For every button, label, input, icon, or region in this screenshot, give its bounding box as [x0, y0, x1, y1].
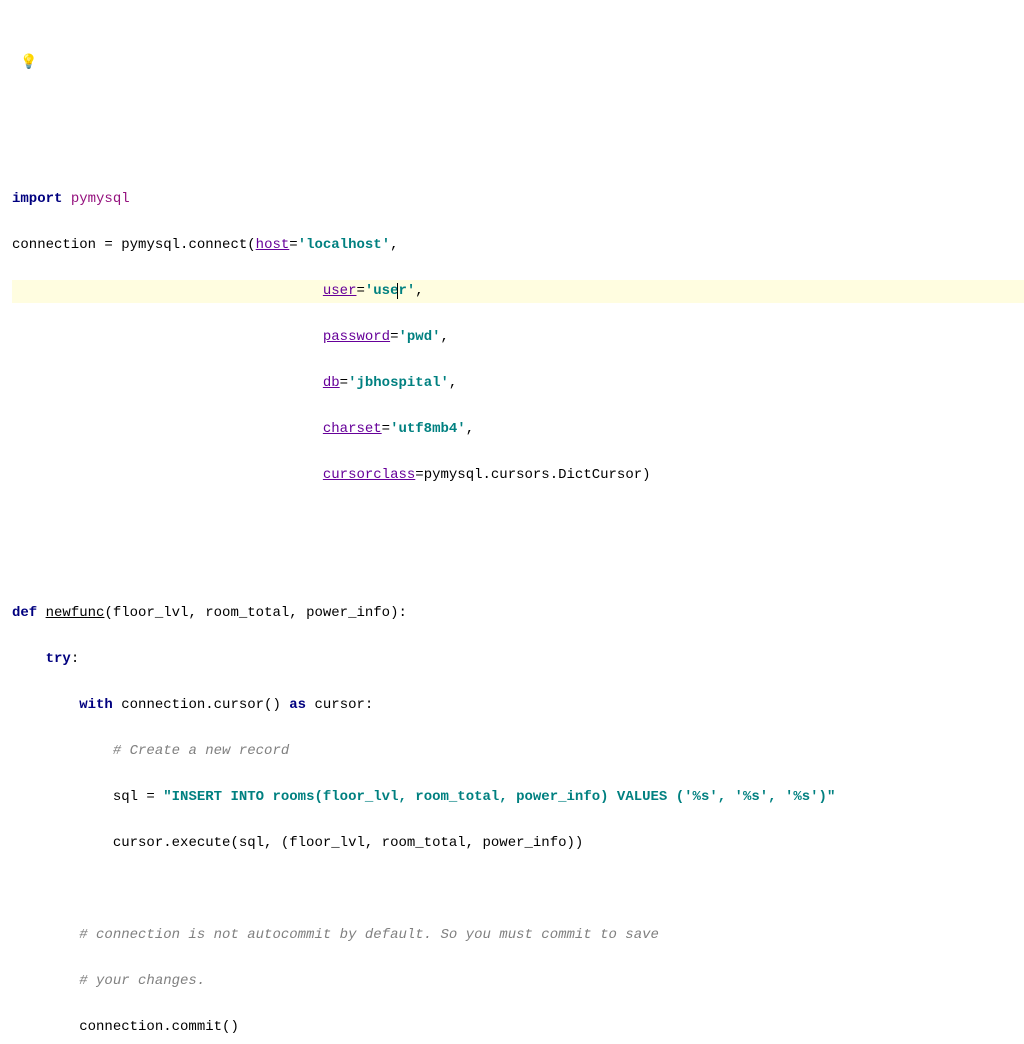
expression: connection.cursor() [121, 697, 289, 713]
statement: cursor.execute(sql, (floor_lvl, room_tot… [113, 835, 583, 851]
code-line[interactable]: connection = pymysql.connect(host='local… [12, 234, 1024, 257]
colon: : [71, 651, 79, 667]
code-line[interactable]: # your changes. [12, 970, 1024, 993]
signature: (floor_lvl, room_total, power_info): [104, 605, 406, 621]
string-literal: "INSERT INTO rooms(floor_lvl, room_total… [163, 789, 835, 805]
string-literal: 'pwd' [398, 329, 440, 345]
indent [12, 743, 113, 759]
indent [12, 421, 323, 437]
comma: , [415, 283, 423, 299]
comment: # your changes. [79, 973, 205, 989]
blank [12, 881, 20, 897]
comma: , [449, 375, 457, 391]
indent [12, 283, 323, 299]
code-line-highlighted[interactable]: user='user', [12, 280, 1024, 303]
indent [12, 973, 79, 989]
code-line[interactable]: cursor.execute(sql, (floor_lvl, room_tot… [12, 832, 1024, 855]
comma: , [390, 237, 398, 253]
code-line[interactable]: # connection is not autocommit by defaul… [12, 924, 1024, 947]
kwarg-user: user [323, 283, 357, 299]
indent [12, 835, 113, 851]
keyword-try: try [46, 651, 71, 667]
indent [12, 1019, 79, 1035]
comment: # Create a new record [113, 743, 289, 759]
kwarg-cursorclass: cursorclass [323, 467, 415, 483]
keyword-import: import [12, 191, 62, 207]
kwarg-charset: charset [323, 421, 382, 437]
code-line[interactable]: db='jbhospital', [12, 372, 1024, 395]
code-line[interactable]: connection.commit() [12, 1016, 1024, 1039]
code-line[interactable]: try: [12, 648, 1024, 671]
operator: = [340, 375, 348, 391]
operator: = [415, 467, 423, 483]
identifier: cursor: [314, 697, 373, 713]
gutter [0, 0, 6, 1044]
indent [12, 789, 113, 805]
blank [12, 513, 20, 529]
value: pymysql.cursors.DictCursor) [424, 467, 651, 483]
code-line[interactable]: def newfunc(floor_lvl, room_total, power… [12, 602, 1024, 625]
code-line[interactable]: cursorclass=pymysql.cursors.DictCursor) [12, 464, 1024, 487]
keyword-def: def [12, 605, 37, 621]
blank [12, 559, 20, 575]
operator: = [289, 237, 297, 253]
comma: , [466, 421, 474, 437]
module-name: pymysql [71, 191, 130, 207]
comment: # connection is not autocommit by defaul… [79, 927, 659, 943]
function-name: newfunc [46, 605, 105, 621]
string-literal: 'localhost' [298, 237, 390, 253]
lightbulb-icon[interactable]: 💡 [20, 52, 37, 75]
string-literal: 'utf8mb4' [390, 421, 466, 437]
kwarg-password: password [323, 329, 390, 345]
kwarg-db: db [323, 375, 340, 391]
indent [12, 375, 323, 391]
indent [12, 651, 46, 667]
code-line[interactable]: # Create a new record [12, 740, 1024, 763]
kwarg-host: host [256, 237, 290, 253]
space [37, 605, 45, 621]
code-line-blank[interactable] [12, 556, 1024, 579]
space [113, 697, 121, 713]
statement: connection.commit() [79, 1019, 239, 1035]
call-open: .connect( [180, 237, 256, 253]
code-line-blank[interactable] [12, 878, 1024, 901]
keyword-as: as [289, 697, 306, 713]
identifier: connection [12, 237, 96, 253]
space [306, 697, 314, 713]
string-literal: 'use [365, 283, 399, 299]
code-line[interactable]: sql = "INSERT INTO rooms(floor_lvl, room… [12, 786, 1024, 809]
indent [12, 927, 79, 943]
string-literal: r' [398, 283, 415, 299]
operator: = [356, 283, 364, 299]
assignment: sql = [113, 789, 163, 805]
comma: , [441, 329, 449, 345]
code-line[interactable]: import pymysql [12, 188, 1024, 211]
indent [12, 329, 323, 345]
indent [12, 697, 79, 713]
string-literal: 'jbhospital' [348, 375, 449, 391]
operator: = [382, 421, 390, 437]
code-line[interactable]: password='pwd', [12, 326, 1024, 349]
operator: = [96, 237, 121, 253]
identifier: pymysql [121, 237, 180, 253]
code-line[interactable]: with connection.cursor() as cursor: [12, 694, 1024, 717]
keyword-with: with [79, 697, 113, 713]
code-line[interactable]: charset='utf8mb4', [12, 418, 1024, 441]
indent [12, 467, 323, 483]
